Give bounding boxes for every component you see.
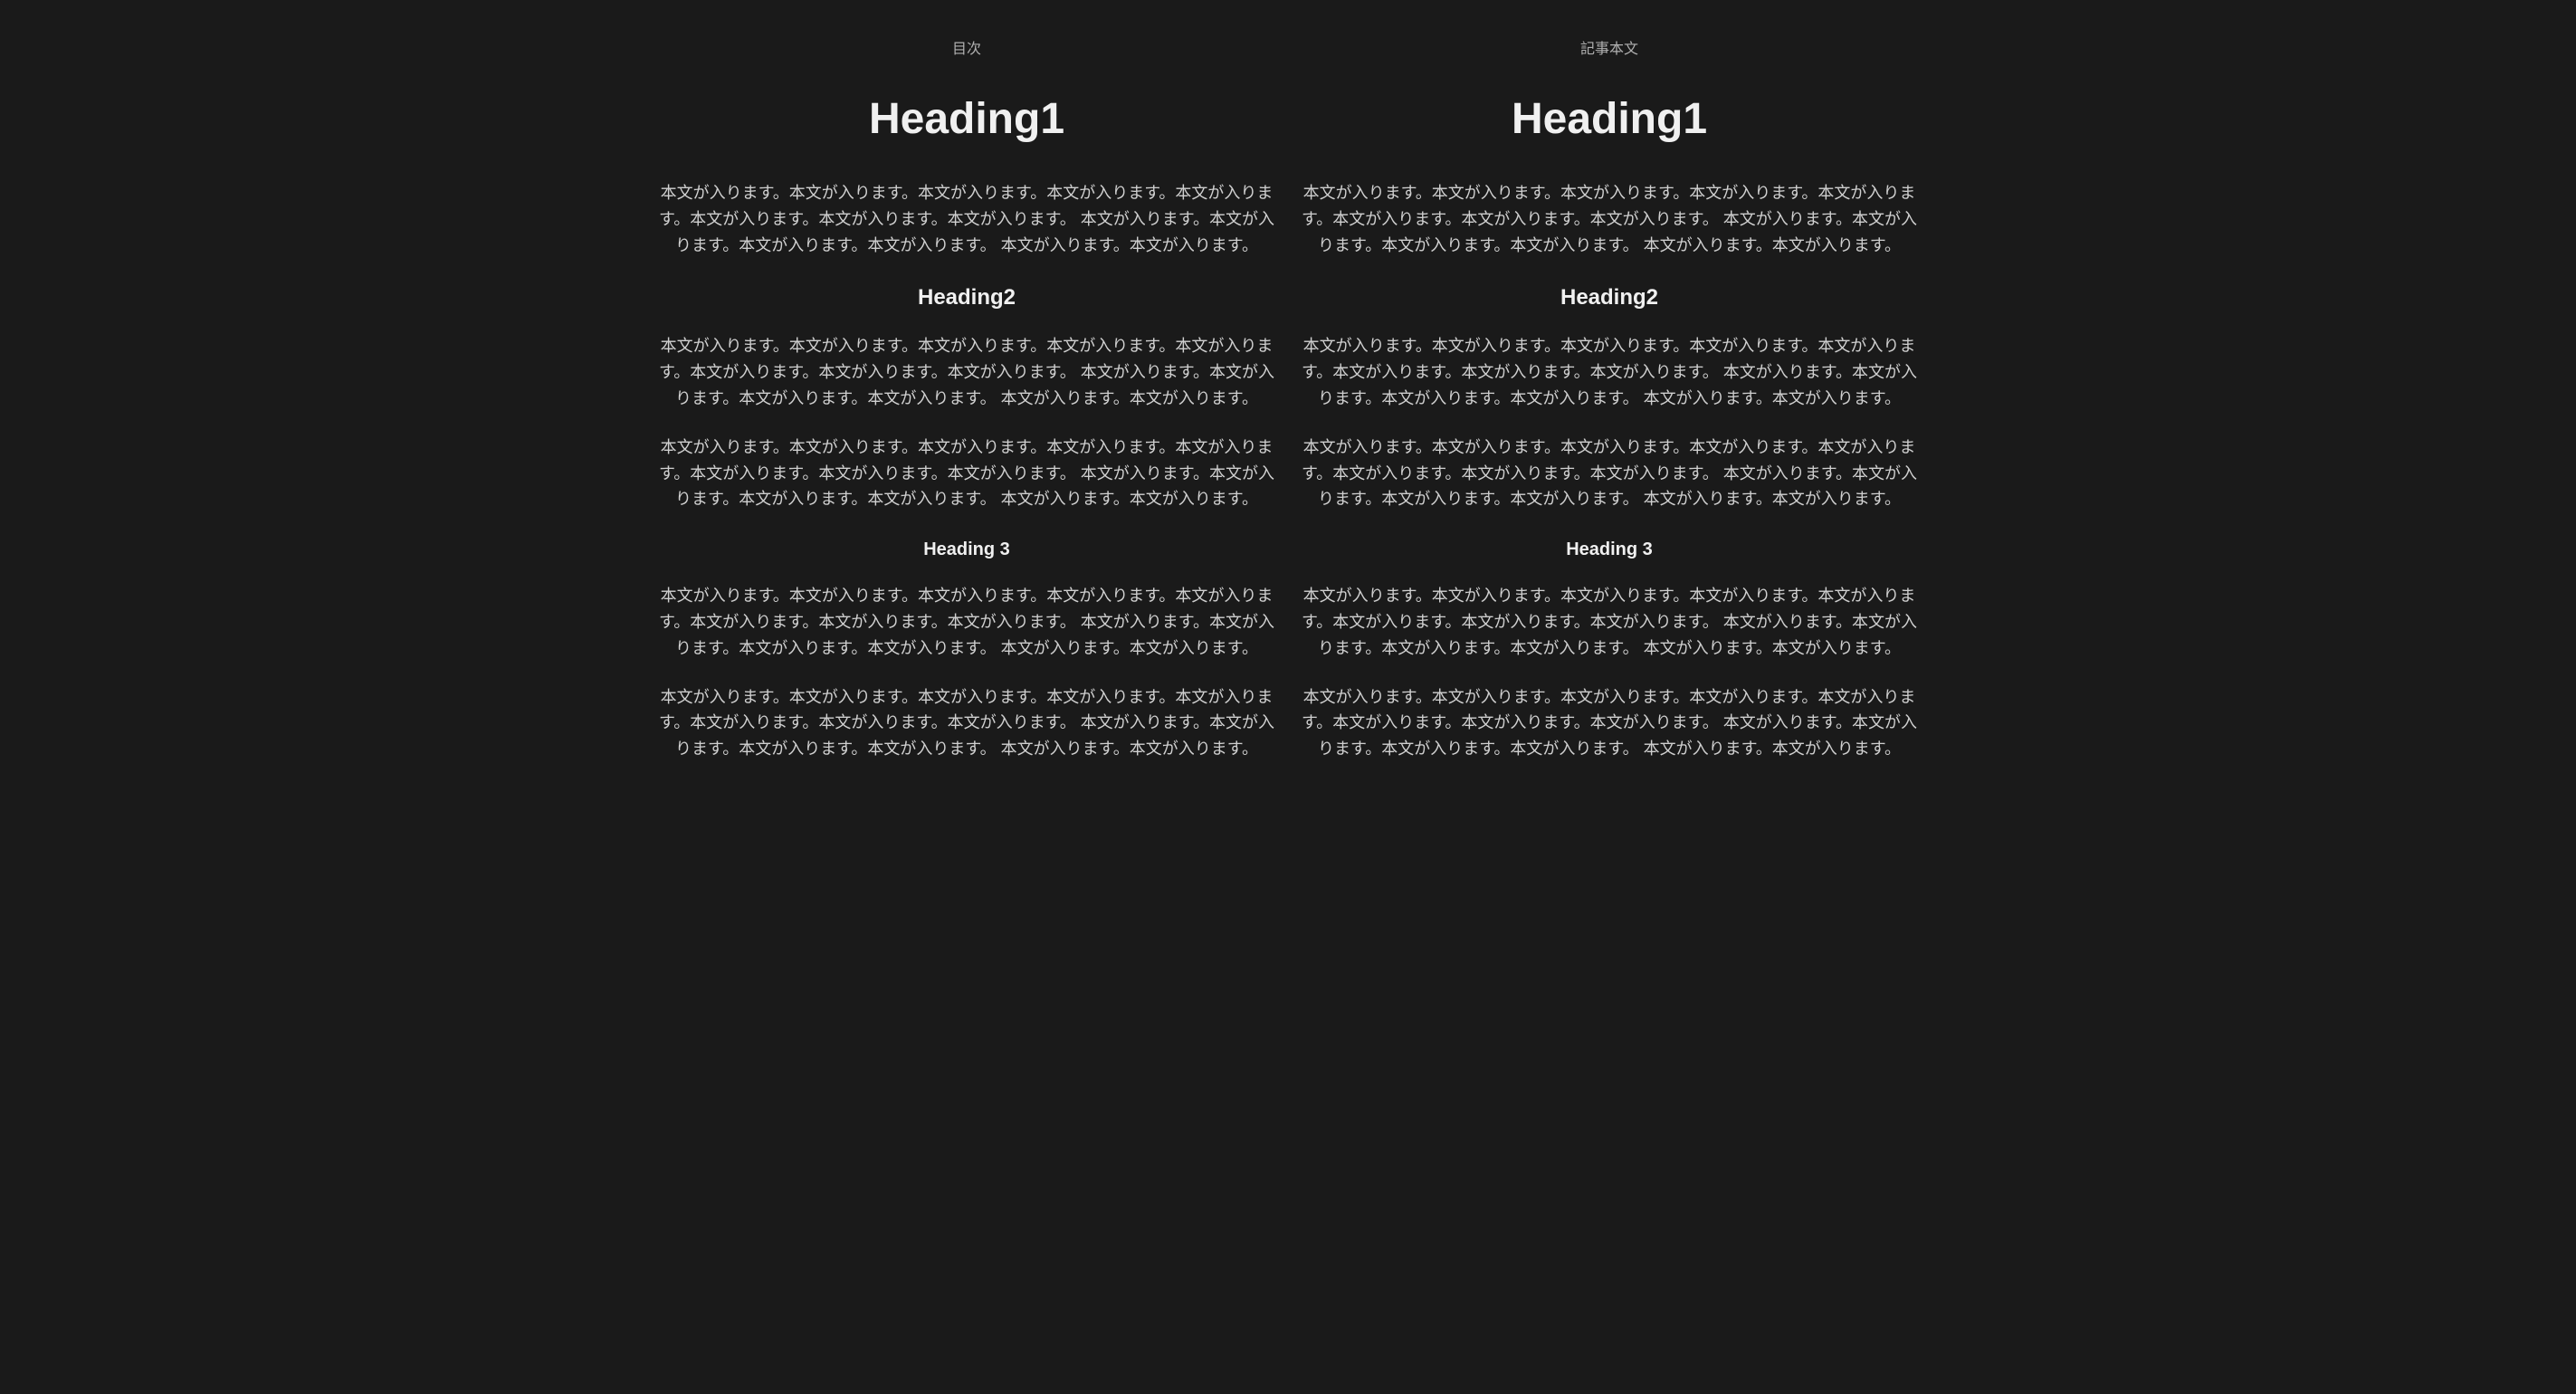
right-column-label: 記事本文 <box>1297 36 1922 58</box>
left-column-label: 目次 <box>654 36 1279 58</box>
right-paragraph-5: 本文が入ります。本文が入ります。本文が入ります。本文が入ります。本文が入ります。… <box>1297 684 1922 762</box>
right-paragraph-2: 本文が入ります。本文が入ります。本文が入ります。本文が入ります。本文が入ります。… <box>1297 333 1922 411</box>
right-heading1: Heading1 <box>1297 94 1922 144</box>
right-heading3: Heading 3 <box>1297 539 1922 560</box>
left-paragraph-2: 本文が入ります。本文が入ります。本文が入ります。本文が入ります。本文が入ります。… <box>654 333 1279 411</box>
right-paragraph-3: 本文が入ります。本文が入ります。本文が入ります。本文が入ります。本文が入ります。… <box>1297 434 1922 512</box>
two-column-layout: 目次 Heading1 本文が入ります。本文が入ります。本文が入ります。本文が入… <box>654 36 1922 785</box>
right-heading2: Heading2 <box>1297 285 1922 310</box>
right-paragraph-4: 本文が入ります。本文が入ります。本文が入ります。本文が入ります。本文が入ります。… <box>1297 583 1922 661</box>
left-heading3: Heading 3 <box>654 539 1279 560</box>
left-column-toc: 目次 Heading1 本文が入ります。本文が入ります。本文が入ります。本文が入… <box>654 36 1279 785</box>
right-column-article: 記事本文 Heading1 本文が入ります。本文が入ります。本文が入ります。本文… <box>1297 36 1922 785</box>
left-paragraph-3: 本文が入ります。本文が入ります。本文が入ります。本文が入ります。本文が入ります。… <box>654 434 1279 512</box>
left-paragraph-1: 本文が入ります。本文が入ります。本文が入ります。本文が入ります。本文が入ります。… <box>654 180 1279 258</box>
left-paragraph-5: 本文が入ります。本文が入ります。本文が入ります。本文が入ります。本文が入ります。… <box>654 684 1279 762</box>
left-heading1: Heading1 <box>654 94 1279 144</box>
left-heading2: Heading2 <box>654 285 1279 310</box>
left-paragraph-4: 本文が入ります。本文が入ります。本文が入ります。本文が入ります。本文が入ります。… <box>654 583 1279 661</box>
right-paragraph-1: 本文が入ります。本文が入ります。本文が入ります。本文が入ります。本文が入ります。… <box>1297 180 1922 258</box>
